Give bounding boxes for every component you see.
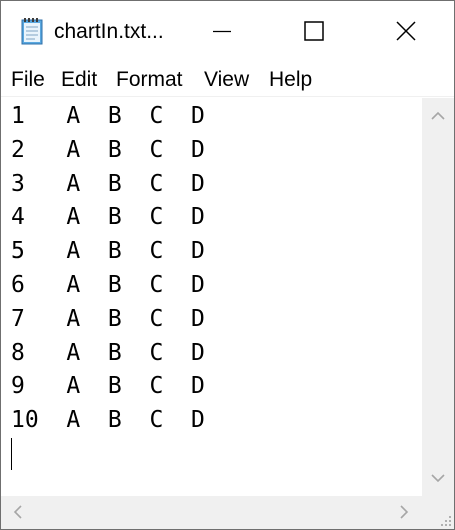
- scroll-down-button[interactable]: [430, 470, 446, 486]
- title-bar[interactable]: chartIn.txt...: [1, 1, 454, 61]
- chevron-down-icon: [431, 474, 445, 483]
- text-line: 8 A B C D: [11, 340, 205, 366]
- maximize-button[interactable]: [291, 1, 337, 61]
- text-line: 1 A B C D: [11, 103, 205, 129]
- menu-file[interactable]: File: [11, 67, 45, 93]
- text-line: 10 A B C D: [11, 407, 205, 433]
- close-icon: [396, 21, 416, 41]
- menu-format[interactable]: Format: [116, 67, 183, 93]
- horizontal-scrollbar[interactable]: [1, 496, 422, 529]
- minimize-button[interactable]: [199, 1, 245, 61]
- text-line: 3 A B C D: [11, 171, 205, 197]
- chevron-left-icon: [13, 505, 22, 519]
- text-line: 9 A B C D: [11, 373, 205, 399]
- text-line: 6 A B C D: [11, 272, 205, 298]
- chevron-up-icon: [431, 111, 445, 120]
- text-line: 2 A B C D: [11, 137, 205, 163]
- notepad-icon[interactable]: [18, 17, 46, 45]
- text-line: 5 A B C D: [11, 238, 205, 264]
- scroll-right-button[interactable]: [396, 504, 412, 520]
- menu-bar: File Edit Format View Help: [1, 61, 454, 97]
- resize-grip-icon: [441, 516, 451, 526]
- vertical-scrollbar[interactable]: [422, 98, 454, 496]
- menu-edit[interactable]: Edit: [61, 67, 97, 93]
- scroll-up-button[interactable]: [430, 108, 446, 124]
- chevron-right-icon: [400, 505, 409, 519]
- maximize-icon: [304, 21, 324, 41]
- scroll-left-button[interactable]: [10, 504, 26, 520]
- resize-grip[interactable]: [422, 496, 454, 529]
- text-editor[interactable]: 1 A B C D 2 A B C D 3 A B C D 4 A B C D …: [1, 98, 422, 496]
- close-button[interactable]: [383, 1, 429, 61]
- text-line: 4 A B C D: [11, 204, 205, 230]
- text-caret: [11, 438, 12, 470]
- notepad-window: chartIn.txt... File Edit Format View Hel…: [0, 0, 455, 530]
- menu-help[interactable]: Help: [269, 67, 312, 93]
- minimize-icon: [213, 30, 231, 33]
- text-line: 7 A B C D: [11, 306, 205, 332]
- menu-view[interactable]: View: [204, 67, 249, 93]
- window-title: chartIn.txt...: [54, 20, 164, 43]
